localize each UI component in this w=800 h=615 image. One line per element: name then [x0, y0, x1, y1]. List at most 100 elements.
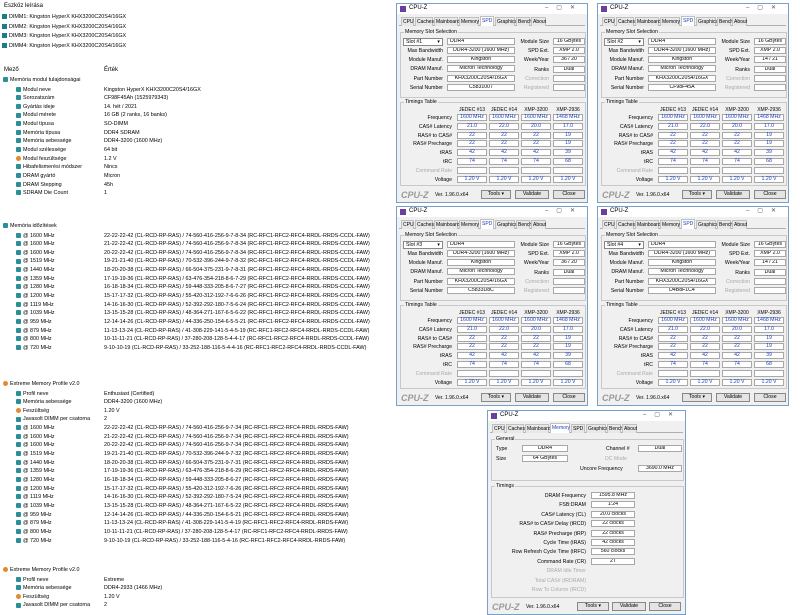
tab-caches[interactable]: Caches — [616, 17, 635, 26]
close-button[interactable]: Close — [553, 190, 585, 199]
tab-about[interactable]: About — [531, 220, 546, 229]
timing-row-label: tRAS — [439, 150, 452, 157]
spd-max_bw-value: DDR4-3200 (1600 MHz) — [648, 250, 716, 257]
tab-cpu[interactable]: CPU — [602, 220, 615, 229]
validate-button[interactable]: Validate — [515, 393, 549, 402]
title-bar[interactable]: CPU-Z –▢✕ — [488, 411, 685, 421]
timing-cell — [553, 369, 583, 377]
tab-memory[interactable]: Memory — [459, 220, 479, 229]
uncore-value: 3690.0 MHz — [638, 465, 682, 472]
timing-cell: 1.20 V — [457, 378, 487, 386]
tab-bench[interactable]: Bench — [516, 220, 532, 229]
tab-about[interactable]: About — [732, 17, 747, 26]
title-bar[interactable]: CPU-Z –▢✕ — [598, 4, 788, 14]
spd-field-label: Registered — [724, 85, 750, 91]
tab-mainboard[interactable]: Mainboard — [635, 17, 661, 26]
tab-memory[interactable]: Memory — [550, 423, 570, 433]
title-bar[interactable]: CPU-Z –▢✕ — [598, 207, 788, 217]
tab-memory[interactable]: Memory — [660, 220, 680, 229]
timing-cell: 1.20 V — [722, 378, 752, 386]
tab-about[interactable]: About — [531, 17, 546, 26]
title-bar[interactable]: CPU-Z –▢✕ — [397, 4, 587, 14]
tools-button[interactable]: Tools ▾ — [682, 190, 712, 199]
tab-spd[interactable]: SPD — [681, 219, 695, 229]
tab-caches[interactable]: Caches — [616, 220, 635, 229]
field-value: Nincs — [104, 164, 118, 171]
chevron-down-icon: ▾ — [500, 394, 505, 400]
cpuz-spd-window: CPU-Z –▢✕ CPU Caches Mainboard Memory SPD Graph… — [396, 3, 588, 203]
spd-field-label: Registered — [523, 288, 549, 294]
tab-caches[interactable]: Caches — [415, 17, 434, 26]
tab-graphics[interactable]: Graphics — [586, 424, 608, 433]
tab-mainboard[interactable]: Mainboard — [434, 220, 460, 229]
timing-cell: 1600 MHz — [521, 317, 551, 324]
tools-button[interactable]: Tools ▾ — [682, 393, 712, 402]
timing-row-label: RAS# Precharge — [614, 141, 653, 148]
memory-chip-icon — [3, 223, 8, 229]
tab-memory[interactable]: Memory — [660, 17, 680, 26]
window-controls[interactable]: –▢✕ — [746, 207, 784, 214]
dimm-item[interactable]: DIMM1: Kingston HyperX KHX3200C20S4/16GX — [2, 13, 126, 22]
validate-button[interactable]: Validate — [515, 190, 549, 199]
window-controls[interactable]: –▢✕ — [746, 4, 784, 11]
slot-select[interactable]: Slot #1 ▾ — [403, 38, 443, 46]
tab-cpu[interactable]: CPU — [401, 220, 414, 229]
close-button[interactable]: Close — [754, 190, 786, 199]
tab-bench[interactable]: Bench — [607, 424, 623, 433]
timing-cell: 74 — [658, 158, 688, 165]
tab-spd[interactable]: SPD — [571, 424, 585, 433]
spd-part-value: KHX3200C20S4/16GX — [447, 277, 515, 285]
slot-select[interactable]: Slot #3 ▾ — [403, 241, 443, 249]
tab-about[interactable]: About — [732, 220, 747, 229]
tab-spd[interactable]: SPD — [681, 16, 695, 26]
validate-button[interactable]: Validate — [716, 393, 750, 402]
field-value: 22-22-22-42 (CL-RCD-RP-RAS) / 74-560-416… — [104, 425, 349, 432]
tools-button[interactable]: Tools ▾ — [577, 602, 609, 611]
tab-spd[interactable]: SPD — [480, 16, 494, 26]
title-bar[interactable]: CPU-Z –▢✕ — [397, 207, 587, 217]
tab-bench[interactable]: Bench — [717, 17, 733, 26]
tab-mainboard[interactable]: Mainboard — [635, 220, 661, 229]
tab-cpu[interactable]: CPU — [492, 424, 505, 433]
field-name: Memória sebessége — [16, 137, 72, 146]
field-name: @ 1519 MHz — [16, 257, 55, 266]
close-button[interactable]: Close — [649, 602, 681, 611]
col-field-header[interactable]: Mező — [4, 66, 19, 74]
tab-graphics[interactable]: Graphics — [696, 220, 718, 229]
timing-cell: 22 — [489, 131, 519, 139]
tab-graphics[interactable]: Graphics — [696, 17, 718, 26]
close-button[interactable]: Close — [754, 393, 786, 402]
tab-mainboard[interactable]: Mainboard — [434, 17, 460, 26]
validate-button[interactable]: Validate — [612, 602, 646, 611]
dimm-item[interactable]: DIMM3: Kingston HyperX KHX3200C20S4/16GX — [2, 32, 126, 41]
memory-chip-icon — [16, 181, 21, 187]
tab-caches[interactable]: Caches — [415, 220, 434, 229]
tab-caches[interactable]: Caches — [506, 424, 525, 433]
tab-spd[interactable]: SPD — [480, 219, 494, 229]
memory-timing-value — [591, 567, 635, 575]
tab-graphics[interactable]: Graphics — [495, 17, 517, 26]
window-title: CPU-Z — [409, 208, 428, 214]
validate-button[interactable]: Validate — [716, 190, 750, 199]
window-controls[interactable]: –▢✕ — [643, 411, 681, 418]
timing-cell: 22 — [521, 131, 551, 139]
tab-bench[interactable]: Bench — [717, 220, 733, 229]
tab-cpu[interactable]: CPU — [401, 17, 414, 26]
tools-button[interactable]: Tools ▾ — [481, 190, 511, 199]
tab-bench[interactable]: Bench — [516, 17, 532, 26]
dimm-item[interactable]: DIMM4: Kingston HyperX KHX3200C20S4/16GX — [2, 42, 126, 51]
dimm-item[interactable]: DIMM2: Kingston HyperX KHX3200C20S4/16GX — [2, 23, 126, 32]
window-controls[interactable]: –▢✕ — [545, 207, 583, 214]
slot-select[interactable]: Slot #2 ▾ — [604, 38, 644, 46]
col-value-header[interactable]: Érték — [104, 66, 118, 74]
tab-cpu[interactable]: CPU — [602, 17, 615, 26]
spd-field-label: SPD Ext. — [728, 251, 750, 258]
slot-select[interactable]: Slot #4 ▾ — [604, 241, 644, 249]
tab-about[interactable]: About — [622, 424, 637, 433]
tab-mainboard[interactable]: Mainboard — [525, 424, 551, 433]
tab-memory[interactable]: Memory — [459, 17, 479, 26]
tools-button[interactable]: Tools ▾ — [481, 393, 511, 402]
tab-graphics[interactable]: Graphics — [495, 220, 517, 229]
close-button[interactable]: Close — [553, 393, 585, 402]
window-controls[interactable]: –▢✕ — [545, 4, 583, 11]
